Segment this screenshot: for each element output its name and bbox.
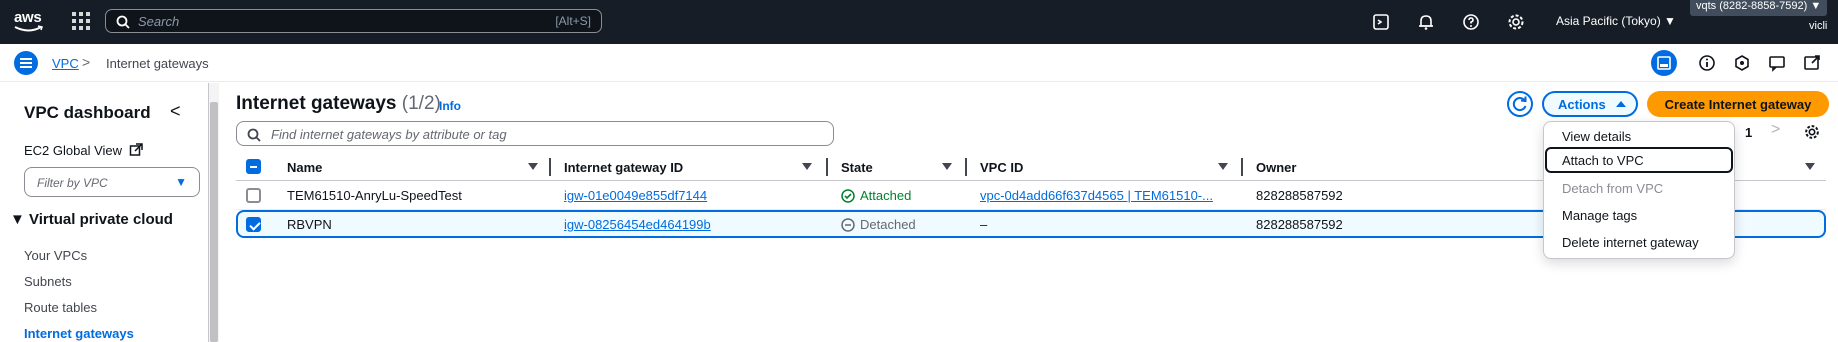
cell-name: TEM61510-AnryLu-SpeedTest bbox=[287, 188, 462, 203]
export-icon[interactable] bbox=[1802, 53, 1822, 73]
help-icon[interactable] bbox=[1461, 12, 1481, 32]
sidebar-item-internet-gateways[interactable]: Internet gateways bbox=[24, 326, 134, 341]
row-checkbox[interactable] bbox=[246, 188, 261, 203]
refresh-icon bbox=[1512, 96, 1527, 112]
menu-item-delete-internet-gateway[interactable]: Delete internet gateway bbox=[1562, 235, 1699, 250]
sort-vpc-icon[interactable] bbox=[1218, 163, 1228, 170]
hamburger-menu-icon[interactable] bbox=[14, 51, 38, 75]
user-name[interactable]: vicli bbox=[1809, 20, 1827, 32]
info-link[interactable]: Info bbox=[439, 99, 461, 113]
sidenav-scrollbar[interactable] bbox=[209, 83, 219, 342]
caret-up-icon bbox=[1616, 101, 1626, 107]
sidenav-title[interactable]: VPC dashboard bbox=[24, 103, 151, 123]
search-icon bbox=[116, 15, 130, 29]
select-all-checkbox[interactable] bbox=[246, 159, 261, 174]
vpc-filter-select[interactable]: Filter by VPC ▼ bbox=[24, 167, 200, 197]
sidebar-item-subnets[interactable]: Subnets bbox=[24, 274, 72, 289]
sort-column-icon[interactable] bbox=[1805, 163, 1815, 170]
top-navigation: aws Search [Alt+S] Asia Pacific (Tokyo) … bbox=[0, 0, 1838, 44]
sort-id-icon[interactable] bbox=[802, 163, 812, 170]
cell-owner: 828288587592 bbox=[1256, 217, 1343, 232]
column-resizer[interactable] bbox=[549, 158, 551, 176]
region-selector[interactable]: Asia Pacific (Tokyo) ▼ bbox=[1556, 14, 1676, 28]
column-header-owner[interactable]: Owner bbox=[1256, 160, 1296, 175]
cell-vpc-id-link[interactable]: vpc-0d4add66f637d4565 | TEM61510-... bbox=[980, 188, 1213, 203]
actions-button[interactable]: Actions bbox=[1542, 91, 1638, 117]
sidenav-section-virtual-private-cloud[interactable]: ▼ Virtual private cloud bbox=[10, 211, 173, 228]
menu-item-attach-to-vpc[interactable]: Attach to VPC bbox=[1562, 153, 1644, 168]
account-menu[interactable]: vqts (8282-8858-7592) ▼ bbox=[1690, 0, 1828, 16]
actions-label: Actions bbox=[1558, 96, 1606, 112]
search-icon bbox=[247, 128, 261, 142]
refresh-button[interactable] bbox=[1507, 91, 1533, 117]
page-title: Internet gateways (1/2) bbox=[236, 93, 441, 115]
selection-count: (1/2) bbox=[401, 93, 441, 114]
sidenav-collapse-button[interactable]: < bbox=[170, 101, 181, 122]
sort-state-icon[interactable] bbox=[942, 163, 952, 170]
security-icon[interactable] bbox=[1732, 53, 1752, 73]
cell-state: Detached bbox=[860, 217, 916, 232]
column-resizer[interactable] bbox=[826, 158, 828, 176]
side-navigation: VPC dashboard < EC2 Global View Filter b… bbox=[0, 83, 209, 342]
cell-igw-id-link[interactable]: igw-08256454ed464199b bbox=[564, 217, 711, 232]
actions-dropdown-menu: View details Attach to VPC Detach from V… bbox=[1543, 121, 1735, 259]
cell-igw-id-link[interactable]: igw-01e0049e855df7144 bbox=[564, 188, 707, 203]
scrollbar-thumb[interactable] bbox=[210, 102, 218, 342]
breadcrumb-separator: > bbox=[82, 54, 91, 70]
table-preferences-gear-icon[interactable] bbox=[1803, 123, 1821, 141]
menu-item-manage-tags[interactable]: Manage tags bbox=[1562, 208, 1637, 223]
aws-logo[interactable]: aws bbox=[14, 9, 44, 35]
create-internet-gateway-button[interactable]: Create Internet gateway bbox=[1647, 91, 1829, 117]
stopped-status-icon bbox=[841, 218, 855, 232]
ec2-global-view-label: EC2 Global View bbox=[24, 143, 123, 158]
global-search-input[interactable]: Search [Alt+S] bbox=[105, 9, 602, 33]
panel-toggle-icon[interactable] bbox=[1651, 50, 1677, 76]
search-placeholder: Search bbox=[138, 13, 180, 29]
sidebar-item-your-vpcs[interactable]: Your VPCs bbox=[24, 248, 87, 263]
menu-item-view-details[interactable]: View details bbox=[1562, 129, 1631, 144]
table-filter-input[interactable]: Find internet gateways by attribute or t… bbox=[236, 121, 834, 146]
breadcrumb-vpc-link[interactable]: VPC bbox=[52, 56, 79, 71]
cloudshell-icon[interactable] bbox=[1371, 12, 1391, 32]
apps-grid-icon[interactable] bbox=[72, 12, 90, 30]
pagination-next-icon[interactable]: > bbox=[1771, 121, 1780, 139]
caret-down-icon: ▼ bbox=[175, 175, 187, 189]
page-title-text: Internet gateways bbox=[236, 93, 397, 114]
aws-logo-text: aws bbox=[14, 9, 42, 26]
vpc-filter-placeholder: Filter by VPC bbox=[37, 176, 108, 190]
cell-name: RBVPN bbox=[287, 217, 332, 232]
column-header-state[interactable]: State bbox=[841, 160, 873, 175]
row-checkbox[interactable] bbox=[246, 217, 261, 232]
bell-icon[interactable] bbox=[1416, 12, 1436, 32]
column-header-name[interactable]: Name bbox=[287, 160, 322, 175]
sidebar-item-route-tables[interactable]: Route tables bbox=[24, 300, 97, 315]
sort-name-icon[interactable] bbox=[528, 163, 538, 170]
pagination-current-page[interactable]: 1 bbox=[1745, 125, 1752, 140]
gear-icon[interactable] bbox=[1506, 12, 1526, 32]
feedback-icon[interactable] bbox=[1767, 53, 1787, 73]
breadcrumb-current: Internet gateways bbox=[106, 56, 209, 71]
aws-smile-icon bbox=[14, 25, 43, 32]
info-icon[interactable] bbox=[1697, 53, 1717, 73]
search-shortcut: [Alt+S] bbox=[555, 14, 591, 28]
menu-item-detach-from-vpc: Detach from VPC bbox=[1562, 181, 1664, 196]
column-resizer[interactable] bbox=[1241, 158, 1243, 176]
column-resizer[interactable] bbox=[965, 158, 967, 176]
table-filter-placeholder: Find internet gateways by attribute or t… bbox=[271, 127, 507, 142]
success-status-icon bbox=[841, 189, 855, 203]
column-header-vpc-id[interactable]: VPC ID bbox=[980, 160, 1023, 175]
cell-vpc-id: – bbox=[980, 217, 988, 232]
cell-owner: 828288587592 bbox=[1256, 188, 1343, 203]
cell-state: Attached bbox=[860, 188, 912, 203]
ec2-global-view-link[interactable]: EC2 Global View bbox=[24, 143, 143, 158]
breadcrumb-bar: VPC > Internet gateways bbox=[0, 44, 1838, 82]
external-link-icon bbox=[129, 143, 143, 156]
column-header-internet-gateway-id[interactable]: Internet gateway ID bbox=[564, 160, 683, 175]
